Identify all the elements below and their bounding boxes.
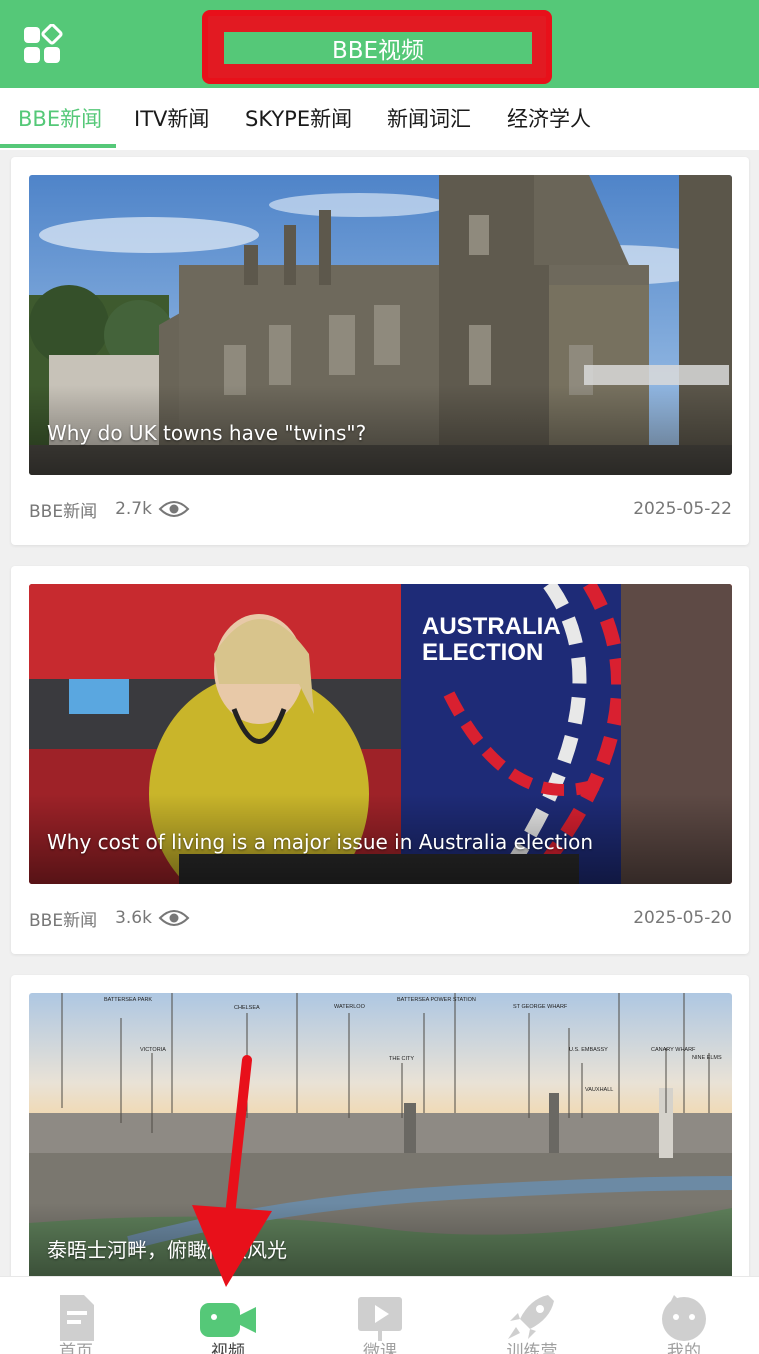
nav-training-camp[interactable]: 训练营 [477,1277,587,1354]
video-caption: Why do UK towns have "twins"? [47,421,367,445]
publish-date: 2025-05-20 [633,908,732,928]
video-thumbnail[interactable]: Why do UK towns have "twins"? [29,175,732,475]
eye-icon [158,910,190,926]
page-title: BBE视频 [224,32,532,64]
map-label-st-george-wharf: ST GEORGE WHARF [513,1004,568,1010]
video-thumbnail[interactable]: AUSTRALIA ELECTION Why cost of living is… [29,584,732,884]
video-source: BBE新闻 [29,501,98,522]
map-label-canary-wharf: CANARY WHARF [651,1047,696,1053]
document-icon [60,1295,94,1341]
nav-home[interactable]: 首页 [21,1277,131,1354]
nav-label: 微课 [363,1342,397,1354]
bottom-navigation: 首页 视频 微课 训练营 我的 [0,1276,759,1354]
nav-micro-lesson[interactable]: 微课 [325,1277,435,1354]
map-label-us-embassy: U.S. EMBASSY [569,1047,608,1053]
publish-date: 2025-05-22 [633,499,732,519]
video-caption: 泰晤士河畔，俯瞰伦敦风光 [47,1238,287,1262]
map-label-nine-elms: NINE ELMS [692,1055,722,1061]
video-meta: BBE新闻 2.7k [29,495,190,523]
tab-bbe-news[interactable]: BBE新闻 [18,88,102,150]
map-label-chelsea: CHELSEA [234,1005,260,1011]
view-count: 3.6k [115,908,152,928]
nav-profile[interactable]: 我的 [629,1277,739,1354]
video-caption: Why cost of living is a major issue in A… [47,830,594,854]
tab-news-vocabulary[interactable]: 新闻词汇 [387,88,471,150]
tab-economist[interactable]: 经济学人 [507,88,591,150]
map-label-victoria: VICTORIA [140,1047,166,1053]
map-label-the-city: THE CITY [389,1056,414,1062]
nav-label: 首页 [59,1342,93,1354]
map-label-battersea-park: BATTERSEA PARK [104,997,152,1003]
nav-label: 我的 [667,1342,701,1354]
election-sign-text: ELECTION [422,639,543,666]
rocket-icon [508,1295,554,1339]
eye-icon [158,501,190,517]
play-board-icon [358,1297,402,1341]
video-camera-icon [200,1303,256,1337]
view-count: 2.7k [115,499,152,519]
video-thumbnail[interactable]: BATTERSEA PARK VICTORIA CHELSEA WATERLOO… [29,993,732,1293]
map-label-vauxhall: VAUXHALL [585,1087,613,1093]
video-card[interactable]: AUSTRALIA ELECTION Why cost of living is… [11,566,749,954]
tab-skype-news[interactable]: SKYPE新闻 [245,88,352,150]
video-card[interactable]: Why do UK towns have "twins"? BBE新闻 2.7k… [11,157,749,545]
map-label-battersea-power-station: BATTERSEA POWER STATION [397,997,476,1003]
active-tab-indicator [0,144,116,148]
video-source: BBE新闻 [29,910,98,931]
title-highlight-box: BBE视频 [202,10,552,84]
australia-sign-text: AUSTRALIA [422,613,561,640]
face-icon [662,1295,706,1341]
app-screen: BBE视频 BBE新闻 ITV新闻 SKYPE新闻 新闻词汇 经济学人 Why … [0,0,759,1354]
category-tabs: BBE新闻 ITV新闻 SKYPE新闻 新闻词汇 经济学人 [0,88,759,150]
apps-grid-icon[interactable] [22,24,64,66]
map-label-waterloo: WATERLOO [334,1004,366,1010]
nav-label: 训练营 [506,1342,558,1354]
video-meta: BBE新闻 3.6k [29,904,190,932]
top-header: BBE视频 [0,0,759,88]
nav-video[interactable]: 视频 [173,1277,283,1354]
nav-label: 视频 [211,1342,245,1354]
tab-itv-news[interactable]: ITV新闻 [134,88,209,150]
